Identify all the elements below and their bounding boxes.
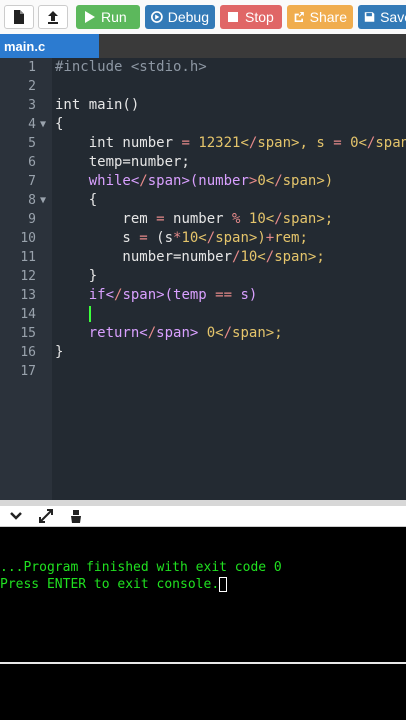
line-number: 5 (28, 136, 36, 151)
code-text: return</span> 0</span>; (88, 325, 283, 341)
code-line: 16} (0, 343, 406, 362)
main-toolbar: Run Debug Stop Share Save (0, 0, 406, 35)
play-icon (85, 11, 95, 23)
upload-button[interactable] (38, 5, 68, 29)
code-line: 3 int main() (0, 96, 406, 115)
save-button[interactable]: Save (358, 5, 406, 29)
code-line: 2 (0, 77, 406, 96)
console-line-text: Press ENTER to exit console. (0, 577, 220, 592)
code-line: 1 #include <stdio.h> (0, 58, 406, 77)
file-icon (14, 10, 24, 24)
new-file-button[interactable] (4, 5, 34, 29)
code-line: 7 while</span>(number>0</span>) (0, 172, 406, 191)
line-number: 11 (20, 250, 36, 265)
line-number: 4 (28, 117, 36, 132)
code-line: 6 temp=number; (0, 153, 406, 172)
stop-button[interactable]: Stop (220, 5, 282, 29)
console-line: Press ENTER to exit console. (0, 577, 228, 592)
stop-icon (228, 12, 238, 22)
code-line: 15 return</span> 0</span>; (0, 324, 406, 343)
code-text: s = (s*10</span>)+rem; (55, 230, 308, 246)
tab-label: main.c (4, 38, 46, 54)
line-number: 1 (28, 60, 36, 75)
line-number: 7 (28, 174, 36, 189)
line-number: 10 (20, 231, 36, 246)
code-text (55, 305, 91, 324)
file-tab-bar: main.c (0, 34, 406, 58)
line-number: 9 (28, 212, 36, 227)
run-label: Run (101, 9, 127, 25)
debug-icon (151, 11, 163, 23)
code-editor[interactable]: 1 #include <stdio.h> 2 3 int main() 4 ▼ { 5 … (0, 58, 406, 500)
code-line: 17 (0, 362, 406, 381)
code-text: } (55, 344, 64, 360)
share-label: Share (309, 9, 347, 25)
code-text: while</span>(number>0</span>) (88, 173, 334, 189)
line-number: 2 (28, 79, 36, 94)
line-number: 8 (28, 193, 36, 208)
expand-icon[interactable] (38, 508, 54, 524)
code-text: int main() (55, 97, 140, 113)
code-line: 5 int number = 12321</span>, s = 0</span… (0, 134, 406, 153)
code-text: { (55, 192, 98, 208)
code-line: 14 (0, 305, 406, 324)
console-output[interactable]: ...Program finished with exit code 0 Pre… (0, 527, 406, 663)
console-cursor (219, 577, 228, 592)
debug-label: Debug (167, 9, 209, 25)
code-line: 9 rem = number % 10</span>; (0, 210, 406, 229)
line-number: 14 (20, 307, 36, 322)
save-label: Save (380, 9, 406, 25)
line-number: 16 (20, 345, 36, 360)
console-line: ...Program finished with exit code 0 (0, 560, 282, 575)
code-text: } (55, 268, 98, 284)
code-text: { (55, 116, 64, 132)
chevron-down-icon[interactable] (8, 508, 24, 524)
code-line: 13 if</span>(temp == s) (0, 286, 406, 305)
fold-toggle-icon[interactable]: ▼ (40, 115, 46, 134)
save-icon (364, 12, 375, 22)
code-text: int number = 12321</span>, s = 0</span>,… (55, 135, 406, 151)
share-button[interactable]: Share (287, 5, 353, 29)
code-text: #include <stdio.h> (55, 59, 207, 75)
share-icon (294, 12, 304, 22)
line-number: 15 (20, 326, 36, 341)
tab-main-c[interactable]: main.c (0, 34, 99, 58)
code-text: temp=number; (55, 154, 190, 170)
text-cursor (88, 306, 91, 322)
code-line: 4 ▼ { (0, 115, 406, 134)
line-number: 13 (20, 288, 36, 303)
console-toolbar (0, 506, 406, 527)
line-number: 6 (28, 155, 36, 170)
stop-label: Stop (245, 9, 274, 25)
code-line: 12 } (0, 267, 406, 286)
debug-button[interactable]: Debug (145, 5, 215, 29)
clear-console-icon[interactable] (68, 508, 84, 524)
console-bottom-border (0, 662, 406, 664)
code-text: number=number/10</span>; (55, 249, 325, 265)
code-text: if</span>(temp == s) (88, 287, 258, 303)
run-button[interactable]: Run (76, 5, 140, 29)
code-text: rem = number % 10</span>; (55, 211, 334, 227)
line-number: 17 (20, 364, 36, 379)
code-line: 11 number=number/10</span>; (0, 248, 406, 267)
code-line: 10 s = (s*10</span>)+rem; (0, 229, 406, 248)
code-line: 8 ▼ { (0, 191, 406, 210)
line-number: 12 (20, 269, 36, 284)
line-number: 3 (28, 98, 36, 113)
fold-toggle-icon[interactable]: ▼ (40, 191, 46, 210)
upload-icon (48, 11, 58, 24)
